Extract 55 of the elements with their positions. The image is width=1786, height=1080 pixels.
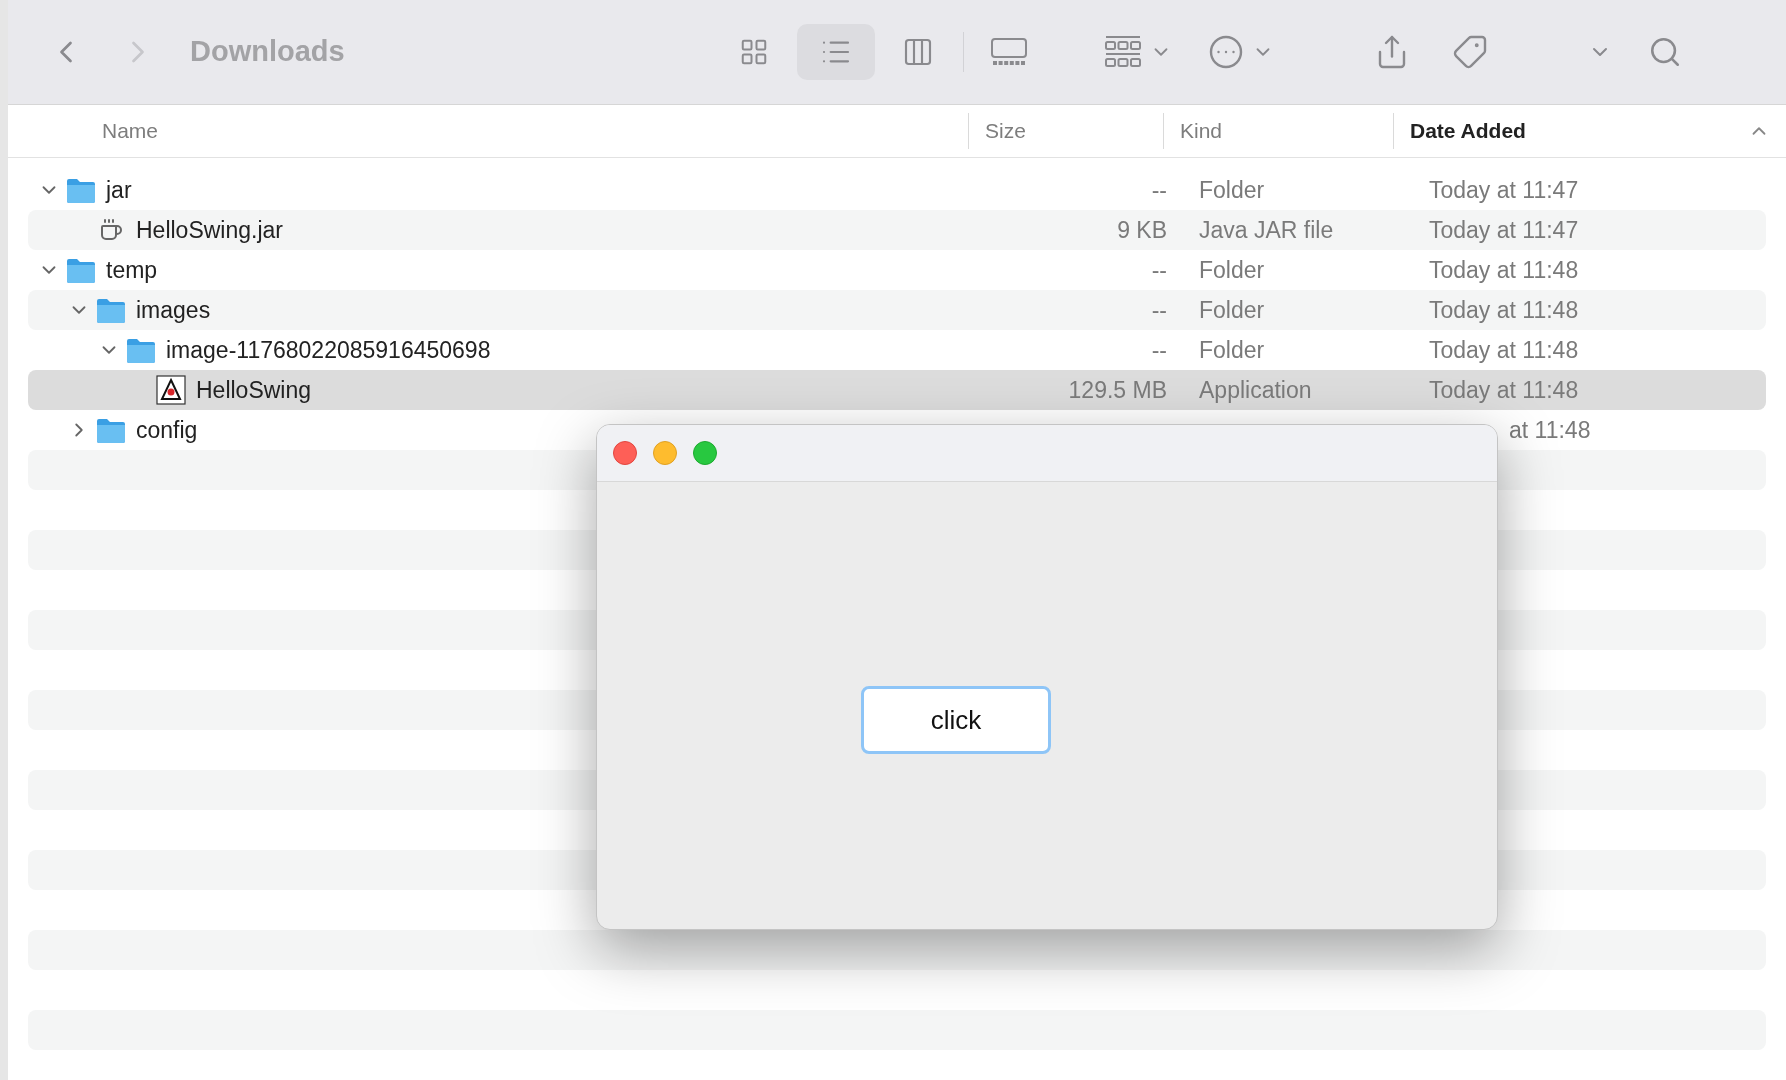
column-header[interactable]: Size <box>985 115 1026 147</box>
file-size: -- <box>1151 335 1167 365</box>
file-kind: Folder <box>1199 336 1265 363</box>
file-row[interactable]: HelloSwing.jar 9 KB Java JAR file Today at 11:47 <box>28 210 1766 250</box>
date-added: Today at 11:47 <box>1429 216 1579 243</box>
file-size: -- <box>1151 255 1167 285</box>
folder-icon <box>66 257 96 283</box>
window-title: Downloads <box>190 34 345 70</box>
file-row[interactable]: temp -- Folder Today at 11:48 <box>28 250 1766 290</box>
column-header[interactable]: Kind <box>1180 115 1223 147</box>
file-name: jar <box>106 175 132 205</box>
file-kind: Folder <box>1199 176 1265 203</box>
coffee-cup-icon <box>99 218 123 242</box>
file-row[interactable]: config at 11:48 <box>28 410 1766 450</box>
tag-icon <box>1451 34 1488 70</box>
folder-icon <box>126 337 156 363</box>
date-added: Today at 11:48 <box>1429 296 1579 323</box>
file-row[interactable]: images -- Folder Today at 11:48 <box>28 290 1766 330</box>
file-name: temp <box>106 255 158 285</box>
file-name: config <box>136 415 198 445</box>
file-row[interactable]: jar -- Folder Today at 11:47 <box>28 170 1766 210</box>
file-row[interactable]: HelloSwing 129.5 MB Application Today at 11:48 <box>28 370 1766 410</box>
click-button[interactable]: click <box>861 686 1051 754</box>
date-added: Today at 11:47 <box>1429 176 1579 203</box>
view-mode-button[interactable] <box>796 24 875 80</box>
zoom-button[interactable] <box>693 441 717 465</box>
close-button[interactable] <box>613 441 637 465</box>
file-kind: Folder <box>1199 256 1265 283</box>
file-kind: Java JAR file <box>1199 216 1334 243</box>
file-kind: Folder <box>1199 296 1265 323</box>
file-size: 9 KB <box>1117 215 1167 245</box>
date-added: at 11:48 <box>1509 416 1591 443</box>
file-row[interactable]: image-11768022085916450698 -- Folder Today at 11:48 <box>28 330 1766 370</box>
column-header[interactable]: Date Added <box>1410 115 1526 147</box>
file-name: HelloSwing.jar <box>136 215 283 245</box>
file-name: images <box>136 295 211 325</box>
ellipsis-icon <box>1207 34 1244 70</box>
folder-icon <box>66 177 96 203</box>
folder-icon <box>96 297 126 323</box>
folder-icon <box>96 417 126 443</box>
minimize-button[interactable] <box>653 441 677 465</box>
file-size: 129.5 MB <box>1068 375 1167 405</box>
file-size: -- <box>1151 295 1167 325</box>
column-header[interactable]: Name <box>102 115 159 147</box>
tag-button[interactable] <box>1451 34 1488 70</box>
date-added: Today at 11:48 <box>1429 256 1579 283</box>
file-name: image-11768022085916450698 <box>166 335 491 365</box>
file-name: HelloSwing <box>196 375 312 405</box>
app-icon <box>156 375 186 405</box>
group-icon <box>1103 35 1142 69</box>
gallery-icon <box>989 37 1028 67</box>
date-added: Today at 11:48 <box>1429 376 1579 403</box>
date-added: Today at 11:48 <box>1429 336 1579 363</box>
file-kind: Application <box>1199 376 1312 403</box>
file-size: -- <box>1151 175 1167 205</box>
